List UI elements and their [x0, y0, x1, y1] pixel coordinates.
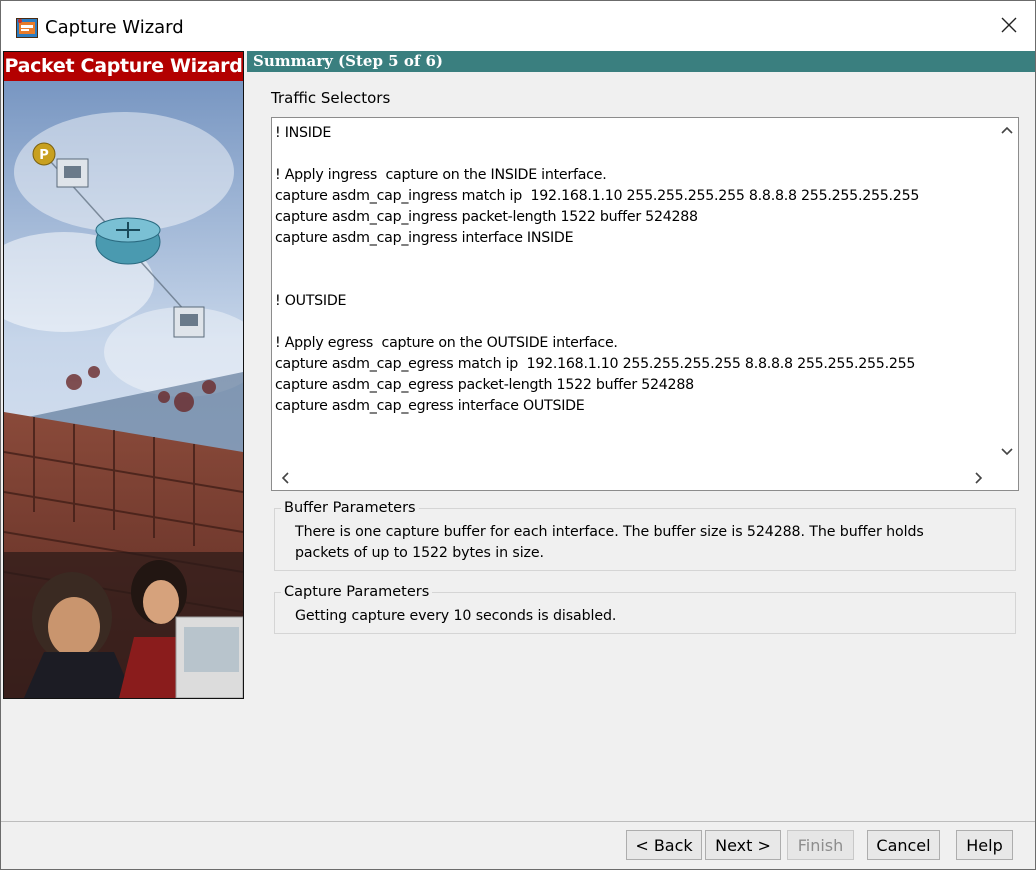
finish-button[interactable]: Finish: [787, 830, 854, 860]
scroll-left-button[interactable]: [274, 470, 296, 490]
title-bar: Capture Wizard: [1, 1, 1035, 51]
scrollbar-corner: [996, 470, 1018, 490]
sidebar-title: Packet Capture Wizard: [4, 52, 243, 81]
chevron-up-icon: [1001, 121, 1013, 139]
scroll-right-button[interactable]: [968, 470, 990, 490]
buffer-parameters-line-1: There is one capture buffer for each int…: [295, 524, 924, 540]
buffer-parameters-line-2: packets of up to 1522 bytes in size.: [295, 545, 544, 561]
app-icon: [16, 18, 38, 38]
footer-divider: [1, 821, 1035, 822]
chevron-right-icon: [975, 471, 983, 489]
close-icon: [1000, 16, 1018, 39]
step-title: Summary (Step 5 of 6): [253, 52, 444, 70]
buffer-parameters-group: Buffer Parameters There is one capture b…: [274, 500, 1016, 571]
back-button[interactable]: < Back: [626, 830, 702, 860]
help-button[interactable]: Help: [956, 830, 1013, 860]
traffic-selectors-textarea[interactable]: ! INSIDE ! Apply ingress capture on the …: [271, 117, 1019, 491]
cancel-button[interactable]: Cancel: [867, 830, 940, 860]
traffic-selectors-text[interactable]: ! INSIDE ! Apply ingress capture on the …: [275, 123, 991, 471]
capture-wizard-window: Capture Wizard P Packet Capture Wizard S…: [0, 0, 1036, 870]
capture-parameters-legend: Capture Parameters: [281, 584, 433, 600]
traffic-selectors-label: Traffic Selectors: [271, 89, 391, 107]
vertical-scrollbar[interactable]: [996, 118, 1018, 470]
next-button[interactable]: Next >: [705, 830, 781, 860]
wizard-side-panel: P Packet Capture Wizard: [3, 51, 244, 699]
chevron-left-icon: [281, 471, 289, 489]
chevron-down-icon: [1001, 443, 1013, 461]
wizard-illustration: P: [4, 52, 243, 698]
scroll-up-button[interactable]: [996, 118, 1018, 142]
capture-parameters-group: Capture Parameters Getting capture every…: [274, 584, 1016, 634]
horizontal-scrollbar[interactable]: [272, 470, 996, 490]
step-header: Summary (Step 5 of 6): [247, 51, 1035, 72]
close-button[interactable]: [987, 7, 1031, 47]
capture-parameters-text: Getting capture every 10 seconds is disa…: [295, 608, 617, 624]
scroll-down-button[interactable]: [996, 440, 1018, 464]
window-title: Capture Wizard: [45, 17, 184, 38]
svg-text:P: P: [39, 148, 49, 163]
buffer-parameters-legend: Buffer Parameters: [281, 500, 419, 516]
